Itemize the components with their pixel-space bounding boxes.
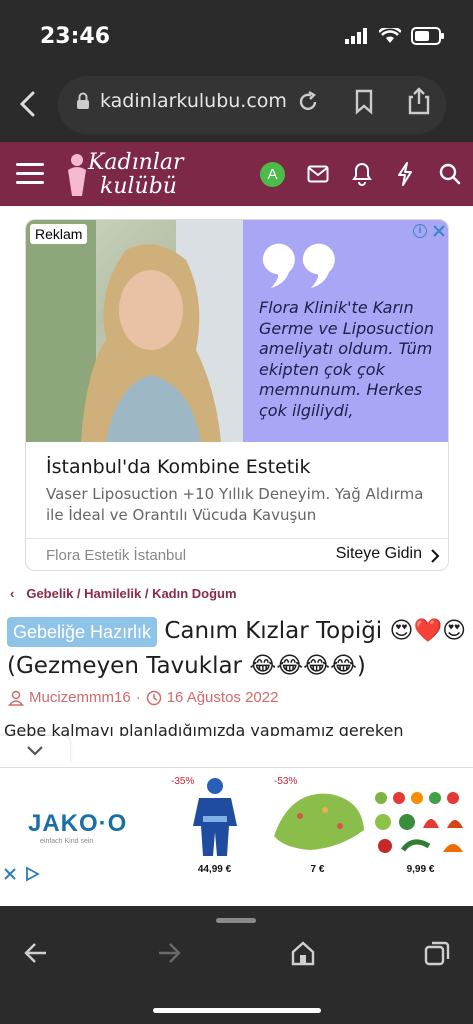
tabs-icon[interactable] bbox=[424, 939, 452, 967]
ad-info-icon[interactable]: i bbox=[413, 224, 427, 238]
topic-meta: Mucizemmm16 · 16 Ağustos 2022 bbox=[8, 689, 278, 706]
wifi-icon bbox=[379, 28, 401, 43]
url-text: kadinlarkulubu.com bbox=[100, 90, 287, 112]
product-price: 7 € bbox=[310, 864, 325, 875]
product-snowsuit[interactable]: -35% 44,99 € bbox=[163, 768, 266, 886]
ad-quote-panel: i Flora Klinik'te Karın Germe ve Liposuc… bbox=[243, 220, 448, 442]
quote-mark-icon bbox=[262, 243, 335, 288]
site-logo[interactable]: Kadınlar kulübü bbox=[64, 148, 194, 200]
forward-arrow-icon[interactable] bbox=[157, 942, 181, 964]
breadcrumb-text[interactable]: Gebelik / Hamilelik / Kadın Doğum bbox=[26, 586, 236, 601]
bookmark-icon[interactable] bbox=[354, 89, 374, 115]
bell-icon[interactable] bbox=[352, 162, 372, 186]
page-content: Reklam i Flora Klinik'te Karın Germe ve … bbox=[0, 206, 473, 906]
mail-icon[interactable] bbox=[307, 165, 329, 183]
status-bar: 23:46 bbox=[0, 0, 473, 70]
ad-badge: Reklam bbox=[30, 224, 88, 244]
lock-icon bbox=[77, 92, 89, 109]
jako-brand: JAKO·O bbox=[28, 810, 128, 837]
stickers-image bbox=[375, 792, 463, 853]
status-icons bbox=[345, 27, 445, 45]
ad-close-icon[interactable] bbox=[4, 868, 16, 880]
chevron-left-icon: ‹ bbox=[10, 586, 15, 601]
ad-close-icon[interactable] bbox=[433, 225, 445, 237]
signal-icon bbox=[345, 28, 367, 44]
breadcrumb[interactable]: ‹ Gebelik / Hamilelik / Kadın Doğum bbox=[10, 586, 237, 601]
beanie-image bbox=[274, 793, 364, 850]
topic-heading: Gebeliğe Hazırlık Canım Kızlar Topiği 😍❤… bbox=[7, 614, 467, 684]
ad-quote-text: Flora Klinik'te Karın Germe ve Liposucti… bbox=[259, 298, 434, 420]
battery-icon bbox=[411, 27, 444, 45]
topic-tag[interactable]: Gebeliğe Hazırlık bbox=[7, 617, 158, 647]
collapse-ad-button[interactable] bbox=[0, 736, 70, 764]
browser-toolbar bbox=[0, 906, 473, 1024]
menu-icon[interactable] bbox=[16, 162, 44, 186]
jako-tagline: einfach Kind sein bbox=[40, 838, 94, 845]
product-beanie[interactable]: -53% 7 € bbox=[266, 768, 369, 886]
drag-handle[interactable] bbox=[216, 918, 256, 923]
ad-title[interactable]: İstanbul'da Kombine Estetik bbox=[46, 456, 311, 478]
back-arrow-icon[interactable] bbox=[24, 942, 48, 964]
lightning-icon[interactable] bbox=[396, 162, 414, 186]
ad-card[interactable]: Reklam i Flora Klinik'te Karın Germe ve … bbox=[25, 219, 449, 571]
home-icon[interactable] bbox=[290, 940, 316, 966]
status-time: 23:46 bbox=[40, 24, 111, 49]
clock-icon bbox=[146, 690, 161, 705]
search-icon[interactable] bbox=[439, 163, 461, 185]
ad-choices-icon[interactable] bbox=[24, 866, 40, 882]
ad-person-image bbox=[26, 220, 243, 442]
collapse-bar bbox=[0, 736, 473, 764]
logo-figure-icon bbox=[68, 154, 86, 196]
post-date: 16 Ağustos 2022 bbox=[166, 689, 279, 706]
bottom-banner-ad[interactable]: JAKO·O einfach Kind sein -35% 44,99 € -5… bbox=[0, 767, 473, 886]
logo-line1: Kadınlar bbox=[88, 150, 184, 175]
logo-line2: kulübü bbox=[100, 174, 177, 199]
share-icon[interactable] bbox=[407, 86, 431, 116]
home-indicator bbox=[153, 1008, 321, 1013]
back-icon[interactable] bbox=[18, 90, 38, 118]
avatar-letter: A bbox=[267, 166, 278, 183]
author-name[interactable]: Mucizemmm16 bbox=[29, 689, 131, 706]
jako-logo-block: JAKO·O einfach Kind sein bbox=[0, 768, 163, 886]
ad-description: Vaser Liposuction +10 Yıllık Deneyim. Ya… bbox=[46, 485, 424, 524]
chevron-right-icon bbox=[431, 549, 440, 563]
avatar[interactable]: A bbox=[260, 162, 285, 187]
snowsuit-image bbox=[193, 778, 237, 856]
meta-separator: · bbox=[135, 689, 141, 706]
reload-icon[interactable] bbox=[296, 90, 320, 114]
ad-footer: Flora Estetik İstanbul Siteye Gidin bbox=[26, 538, 448, 570]
ad-photo: Reklam bbox=[26, 220, 243, 442]
product-stickers[interactable]: 9,99 € bbox=[369, 768, 472, 886]
chevron-down-icon bbox=[27, 746, 43, 756]
ad-cta-button[interactable]: Siteye Gidin bbox=[336, 545, 422, 563]
user-icon bbox=[8, 690, 24, 706]
product-price: 9,99 € bbox=[406, 864, 435, 875]
ad-source: Flora Estetik İstanbul bbox=[46, 547, 187, 564]
site-nav: Kadınlar kulübü A bbox=[0, 142, 473, 206]
product-price: 44,99 € bbox=[197, 864, 232, 875]
